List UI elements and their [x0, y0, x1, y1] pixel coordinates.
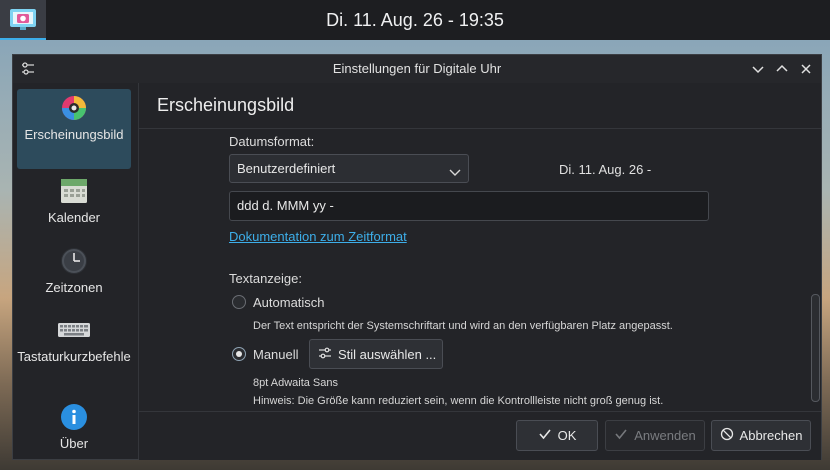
- page-title: Erscheinungsbild: [157, 95, 295, 115]
- color-wheel-icon: [60, 94, 88, 122]
- close-icon[interactable]: [797, 60, 815, 78]
- date-format-select[interactable]: Benutzerdefiniert: [229, 154, 469, 183]
- chevron-down-icon: [448, 161, 462, 176]
- check-icon: [614, 427, 628, 444]
- panel-clock[interactable]: Di. 11. Aug. 26 - 19:35: [0, 0, 830, 40]
- date-format-preview: Di. 11. Aug. 26 -: [559, 162, 652, 177]
- window-title: Einstellungen für Digitale Uhr: [332, 61, 502, 76]
- date-format-select-value: Benutzerdefiniert: [237, 161, 336, 176]
- settings-content: Datumsformat: Benutzerdefiniert Di. 11. …: [139, 129, 821, 411]
- font-info: 8pt Adwaita Sans: [253, 377, 339, 389]
- check-icon: [538, 427, 552, 444]
- choose-style-label: Stil auswählen ...: [338, 346, 437, 362]
- keyboard-icon: [58, 316, 90, 344]
- info-icon: [60, 403, 88, 431]
- manual-label[interactable]: Manuell: [253, 347, 299, 362]
- ok-label: OK: [557, 428, 577, 443]
- date-format-label: Datumsformat:: [229, 134, 315, 149]
- window-titlebar[interactable]: Einstellungen für Digitale Uhr: [13, 55, 821, 84]
- sidebar-item-about[interactable]: Über: [17, 403, 131, 457]
- sidebar-item-label: Erscheinungsbild: [24, 127, 124, 142]
- cancel-label: Abbrechen: [739, 428, 803, 443]
- automatic-label[interactable]: Automatisch: [253, 295, 325, 310]
- ok-button[interactable]: OK: [516, 420, 598, 451]
- choose-style-button[interactable]: Stil auswählen ...: [309, 339, 443, 369]
- time-format-docs-link[interactable]: Dokumentation zum Zeitformat: [229, 229, 407, 244]
- manual-radio[interactable]: [232, 347, 246, 361]
- sidebar-item-timezones[interactable]: Zeitzonen: [17, 247, 131, 307]
- sidebar-item-calendar[interactable]: Kalender: [17, 177, 131, 237]
- custom-date-format-input[interactable]: ddd d. MMM yy -: [229, 191, 709, 221]
- calendar-icon: [60, 177, 88, 205]
- custom-date-format-value: ddd d. MMM yy -: [237, 198, 334, 213]
- sidebar-item-label: Über: [59, 436, 89, 451]
- apply-button[interactable]: Anwenden: [605, 420, 705, 451]
- apply-label: Anwenden: [634, 428, 696, 443]
- sidebar-item-label: Kalender: [47, 210, 101, 225]
- content-scrollbar[interactable]: [809, 129, 821, 411]
- size-hint: Hinweis: Die Größe kann reduziert sein, …: [253, 395, 664, 407]
- sidebar-item-shortcuts[interactable]: Tastaturkurzbefehle: [17, 316, 131, 394]
- scrollbar-thumb[interactable]: [811, 294, 820, 402]
- sidebar-item-label: Zeitzonen: [45, 280, 103, 295]
- minimize-icon[interactable]: [749, 60, 767, 78]
- page-header: Erscheinungsbild: [139, 83, 821, 129]
- settings-sliders-icon: [318, 346, 332, 363]
- cancel-button[interactable]: Abbrechen: [711, 420, 811, 451]
- settings-window: Einstellungen für Digitale Uhr Erscheinu…: [12, 54, 822, 460]
- automatic-hint: Der Text entspricht der Systemschriftart…: [253, 320, 673, 332]
- text-display-label: Textanzeige:: [229, 271, 302, 286]
- maximize-icon[interactable]: [773, 60, 791, 78]
- sidebar-item-appearance[interactable]: Erscheinungsbild: [17, 89, 131, 169]
- clock-icon: [60, 247, 88, 275]
- top-panel: Di. 11. Aug. 26 - 19:35: [0, 0, 830, 40]
- dialog-footer: OK Anwenden Abbrechen: [139, 411, 821, 460]
- automatic-radio[interactable]: [232, 295, 246, 309]
- cancel-icon: [720, 427, 734, 444]
- category-sidebar: Erscheinungsbild Kalender Zeitzonen Tast…: [13, 83, 139, 459]
- sidebar-item-label: Tastaturkurzbefehle: [17, 349, 131, 364]
